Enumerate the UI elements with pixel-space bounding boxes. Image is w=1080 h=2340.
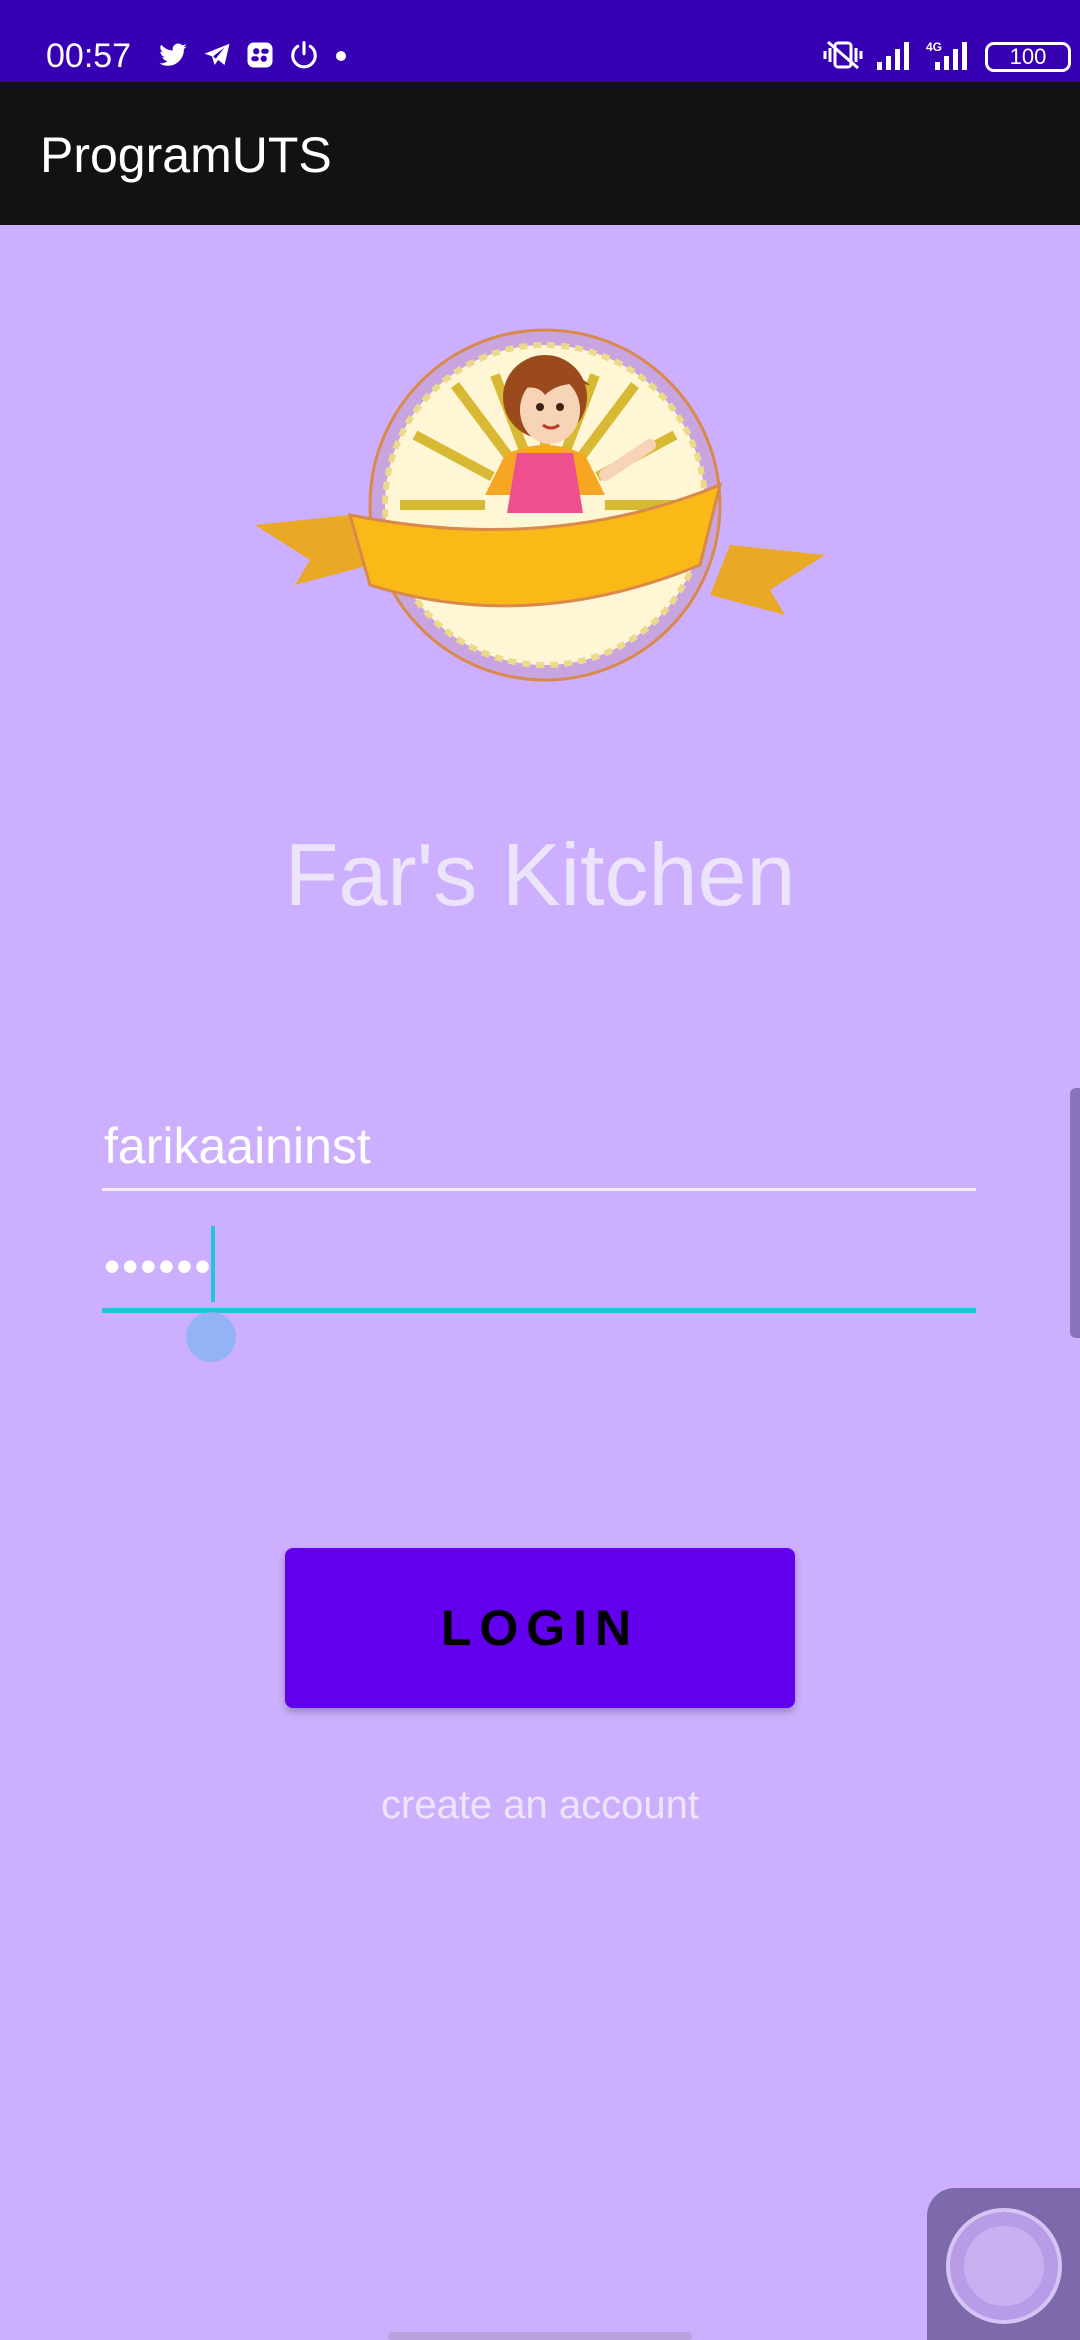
screen-record-icon <box>245 40 275 74</box>
signal-icon <box>876 40 912 74</box>
create-account-link[interactable]: create an account <box>0 1778 1080 1832</box>
edge-panel-handle[interactable] <box>1070 1088 1080 1338</box>
cursor-handle[interactable] <box>186 1312 236 1362</box>
battery-icon: 100 <box>985 42 1071 72</box>
signal-4g-icon: 4G <box>926 40 970 74</box>
status-bar: 00:57 4G 100 <box>0 0 1080 82</box>
kitchen-logo <box>255 325 825 685</box>
telegram-icon <box>201 40 233 74</box>
page-headline: Far's Kitchen <box>284 825 796 924</box>
home-indicator[interactable] <box>388 2332 692 2340</box>
app-bar: ProgramUTS <box>0 82 1080 225</box>
password-value: •••••• <box>104 1240 213 1292</box>
username-value: farikaaininst <box>104 1118 371 1174</box>
battery-level: 100 <box>1009 44 1047 69</box>
assistive-inner <box>964 2226 1044 2306</box>
dot-icon <box>335 50 347 84</box>
text-cursor <box>211 1226 215 1302</box>
login-button[interactable]: LOGIN <box>285 1548 795 1708</box>
assistive-touch-button[interactable] <box>927 2188 1080 2340</box>
assistive-ring <box>946 2208 1062 2324</box>
status-time: 00:57 <box>46 37 132 75</box>
power-icon <box>289 40 319 74</box>
app-title: ProgramUTS <box>40 127 332 183</box>
twitter-icon <box>157 40 189 74</box>
svg-text:4G: 4G <box>926 40 942 54</box>
username-field[interactable]: farikaaininst <box>102 1110 976 1191</box>
vibrate-icon <box>822 40 864 74</box>
password-field[interactable]: •••••• <box>102 1226 976 1362</box>
